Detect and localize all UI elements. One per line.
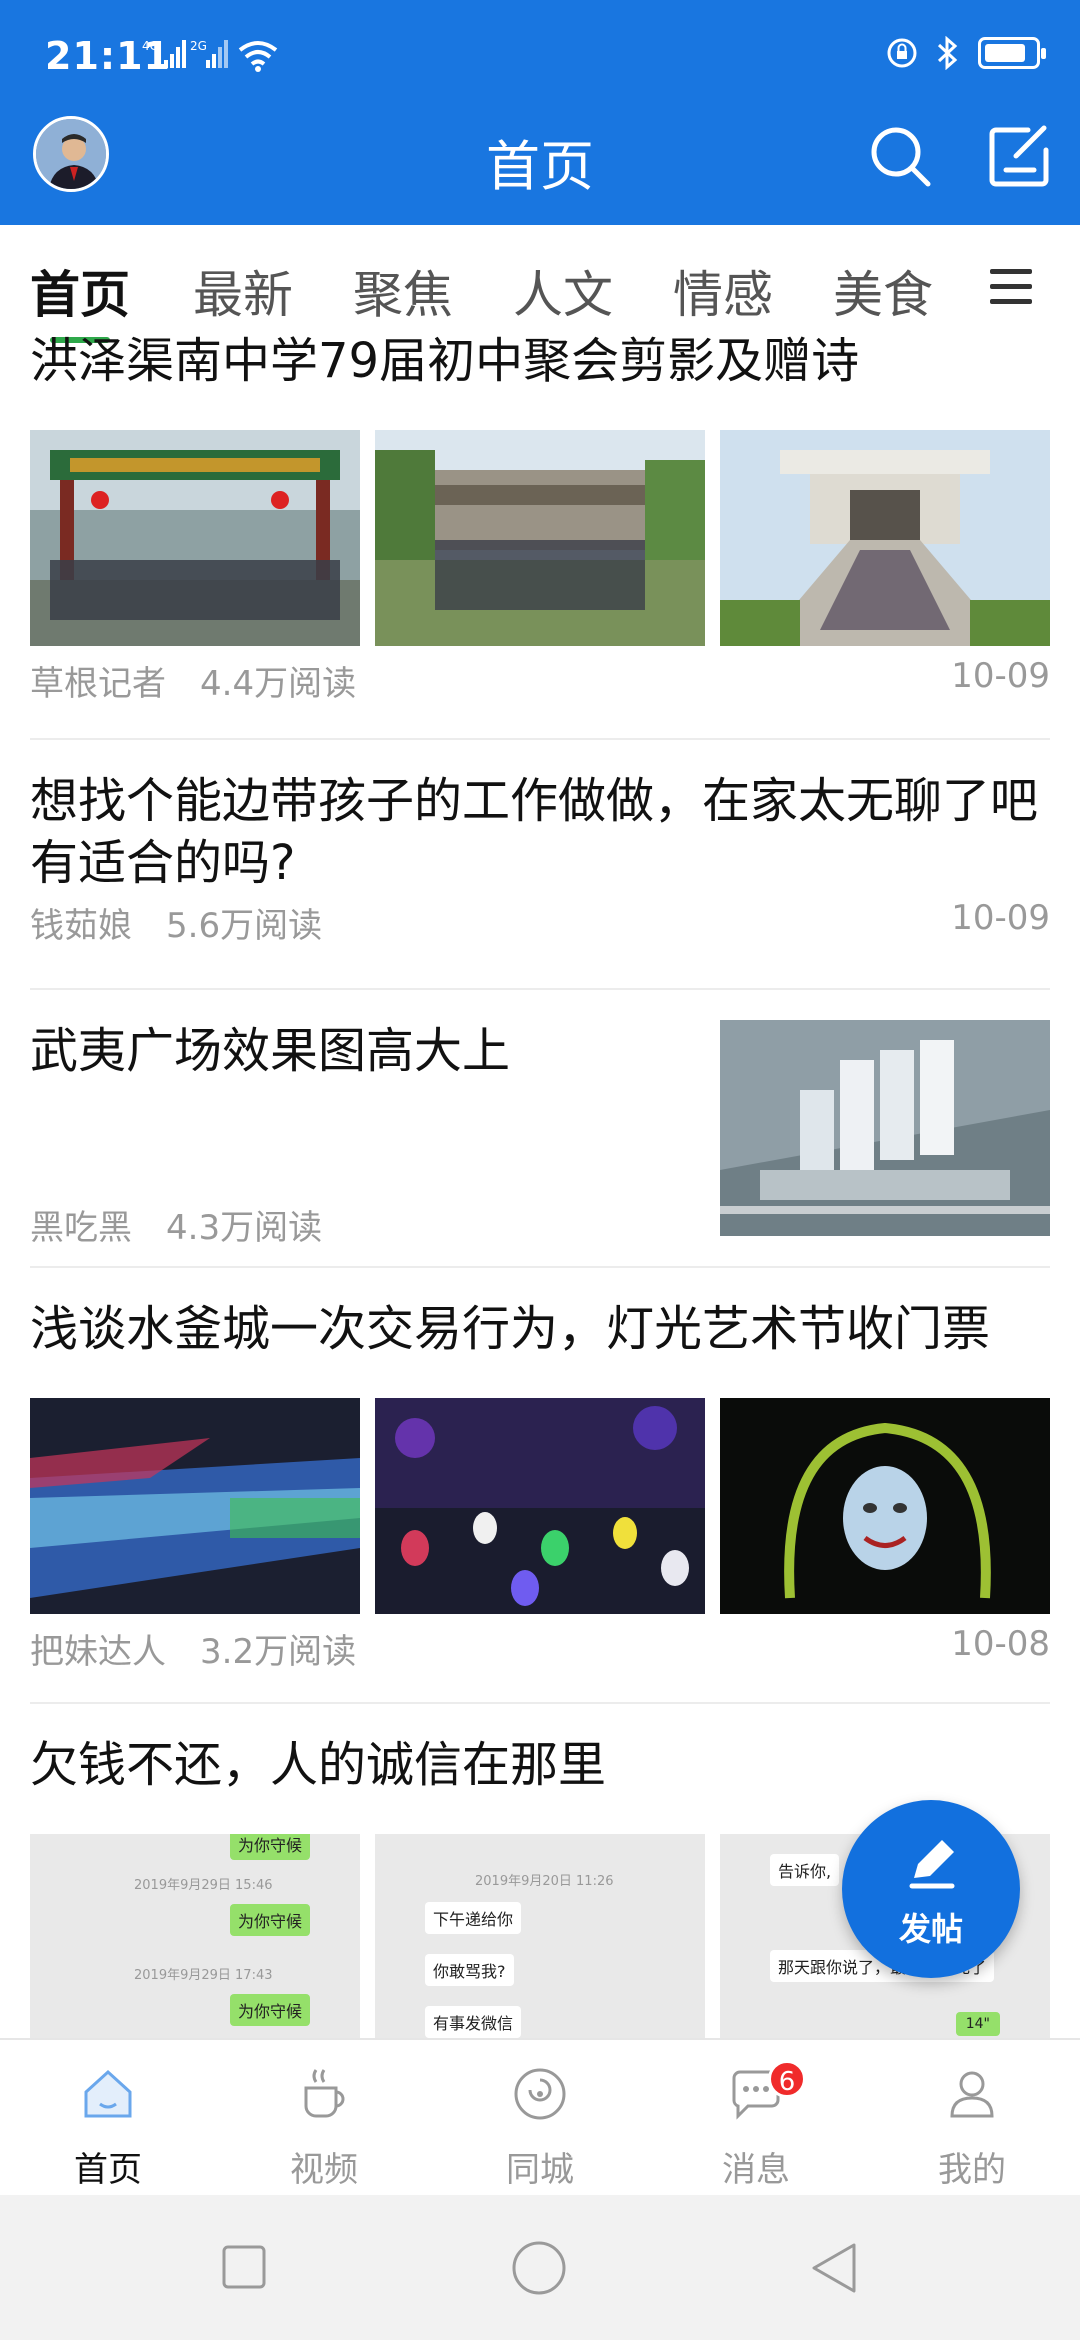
post-reads: 3.2万阅读 [200,1632,357,1672]
post-image[interactable] [720,1398,1050,1614]
nav-messages[interactable]: 6 消息 [648,2040,864,2197]
app-bar: 首页 [0,110,1080,225]
recent-apps-icon[interactable] [220,2243,268,2291]
post-image[interactable] [720,430,1050,646]
wifi-icon [238,41,278,72]
tab-culture[interactable]: 人文 [513,255,613,327]
list-item[interactable]: 洪泽渠南中学79届初中聚会剪影及赠诗 草根记者 4.4万阅读 10-09 [30,330,1050,720]
nav-label: 我的 [938,2150,1006,2190]
chat-timestamp: 2019年9月29日 17:43 [134,1968,273,1983]
nav-label: 首页 [74,2150,142,2190]
chat-bubble: 为你守候 [229,1834,310,1860]
post-title: 欠钱不还，人的诚信在那里 [30,1737,607,1793]
pencil-icon [909,1840,955,1889]
divider [30,1702,1050,1704]
divider [30,988,1050,990]
chat-timestamp: 2019年9月20日 11:26 [475,1874,614,1889]
nav-label: 同城 [506,2150,574,2190]
nav-local[interactable]: 同城 [432,2040,648,2197]
divider [30,738,1050,740]
nav-label: 视频 [290,2150,358,2190]
post-author: 黑吃黑 [30,1208,132,1248]
bottom-nav: 首页 视频 同城 6 消息 我的 [0,2038,1080,2195]
post-images [30,430,1050,646]
status-right [886,36,1046,70]
category-tabs: 首页 最新 聚焦 人文 情感 美食 [0,225,1080,345]
post-title: 浅谈水釜城一次交易行为，灯光艺术节收门票 [30,1301,991,1357]
post-image[interactable] [30,1398,360,1614]
tab-home[interactable]: 首页 [30,255,130,327]
post-reads: 4.4万阅读 [200,664,357,704]
chat-bubble: 有事发微信 [425,2006,522,2038]
post-meta: 黑吃黑 4.3万阅读 [30,1200,322,1249]
compose-icon[interactable] [984,120,1056,192]
post-meta: 把妹达人 3.2万阅读 [30,1624,356,1673]
target-icon [514,2068,566,2120]
status-bar: 21:11 4G 2G [0,0,1080,110]
back-icon[interactable] [806,2239,860,2297]
post-button[interactable]: 发帖 [842,1800,1020,1978]
unread-badge: 6 [768,2060,806,2098]
bluetooth-icon [937,36,958,70]
post-image[interactable] [720,1020,1050,1236]
chat-bubble: 为你守候 [229,1904,310,1936]
post-author: 把妹达人 [30,1632,166,1672]
nav-label: 消息 [722,2150,790,2190]
post-image[interactable]: 为你守候 2019年9月29日 15:46 为你守候 2019年9月29日 17… [30,1834,360,2044]
chat-bubble: 下午递给你 [425,1902,522,1934]
chat-bubble: 告诉你, [770,1854,840,1886]
home-circle-icon[interactable] [510,2239,568,2297]
post-author: 草根记者 [30,664,166,704]
post-reads: 5.6万阅读 [166,906,323,946]
system-nav-bar [0,2195,1080,2340]
post-date: 10-08 [951,1624,1050,1664]
post-date: 10-09 [951,898,1050,938]
net-label-1: 4G [142,39,159,53]
tab-emotion[interactable]: 情感 [673,255,773,327]
chat-voice-bubble: 14" [955,2012,1000,2036]
top-bar: 21:11 4G 2G 首页 [0,0,1080,225]
chat-bubble: 你敢骂我? [425,1954,514,1986]
post-title: 洪泽渠南中学79届初中聚会剪影及赠诗 [30,333,860,389]
divider [30,1266,1050,1268]
list-item[interactable]: 想找个能边带孩子的工作做做，在家太无聊了吧有适合的吗? 钱茹娘 5.6万阅读 10… [30,770,1050,970]
net-label-2: 2G [190,39,207,53]
list-item[interactable]: 浅谈水釜城一次交易行为，灯光艺术节收门票 把妹达人 3.2万阅读 10-08 [30,1298,1050,1688]
post-reads: 4.3万阅读 [166,1208,323,1248]
nav-profile[interactable]: 我的 [864,2040,1080,2197]
post-image[interactable] [30,430,360,646]
nav-video[interactable]: 视频 [216,2040,432,2197]
menu-icon[interactable] [990,267,1032,307]
post-title: 武夷广场效果图高大上 [30,1023,511,1079]
post-button-label: 发帖 [898,1910,963,1948]
battery-icon [978,37,1046,69]
tab-focus[interactable]: 聚焦 [353,255,453,327]
post-title: 想找个能边带孩子的工作做做，在家太无聊了吧有适合的吗? [30,773,1039,891]
post-image[interactable] [375,1398,705,1614]
cellular-signal-icon: 4G 2G [142,39,228,68]
person-icon [950,2071,994,2118]
nav-home[interactable]: 首页 [0,2040,216,2197]
tab-food[interactable]: 美食 [833,255,933,327]
list-item[interactable]: 武夷广场效果图高大上 黑吃黑 4.3万阅读 [30,1020,1050,1270]
post-image[interactable] [375,430,705,646]
coffee-cup-icon [304,2069,345,2118]
post-images [30,1398,1050,1614]
chat-timestamp: 2019年9月29日 15:46 [134,1878,273,1893]
chat-bubble: 为你守候 [229,1994,310,2026]
post-author: 钱茹娘 [30,906,132,946]
post-image[interactable]: 2019年9月20日 11:26 下午递给你 你敢骂我? 有事发微信 [375,1834,705,2044]
search-icon[interactable] [864,120,936,192]
tab-latest[interactable]: 最新 [193,255,293,327]
post-date: 10-09 [951,656,1050,696]
post-meta: 钱茹娘 5.6万阅读 [30,898,322,947]
lock-rotation-icon [887,38,917,68]
post-meta: 草根记者 4.4万阅读 [30,656,356,705]
home-icon [84,2069,132,2118]
